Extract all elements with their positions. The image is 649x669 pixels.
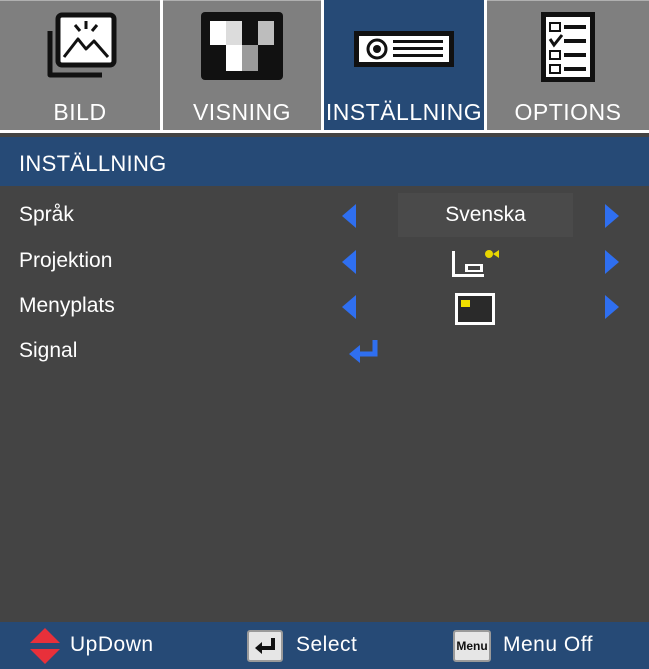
tab-bild[interactable]: BILD [0,0,160,130]
tab-options-label: OPTIONS [514,99,622,125]
menu-key-label: Menu [456,639,488,653]
tab-visning-label: VISNING [192,99,292,125]
right-arrow-icon[interactable] [605,204,619,228]
row-label-signal: Signal [19,339,78,362]
checklist-icon [541,12,595,82]
menu-row-menyplats[interactable]: Menyplats [0,284,649,328]
hint-select-label: Select [296,633,358,656]
right-arrow-icon[interactable] [605,295,619,319]
tab-bar: BILD VISNING INSTÄLLNING OPTIONS [0,0,649,133]
tab-installning[interactable]: INSTÄLLNING [324,0,484,130]
row-label-menyplats: Menyplats [19,294,115,317]
menu-row-projektion[interactable]: Projektion [0,239,649,283]
row-label-projektion: Projektion [19,249,113,272]
projection-mode-icon [452,250,499,277]
left-arrow-icon[interactable] [342,250,356,274]
picture-icon [47,12,117,78]
projector-icon [354,31,454,67]
display-pattern-icon [201,12,283,80]
enter-key-icon [247,630,283,662]
menu-key-icon: Menu [453,630,491,662]
hint-menu-off-label: Menu Off [503,633,593,656]
section-title: INSTÄLLNING [19,151,167,176]
hint-updown: UpDown [0,622,200,669]
enter-icon[interactable] [347,338,379,366]
row-label-sprak: Språk [19,203,74,226]
left-arrow-icon[interactable] [342,295,356,319]
footer-hint-bar: UpDown Select Menu Menu Off [0,622,649,669]
menu-location-icon [455,293,495,325]
tab-options[interactable]: OPTIONS [487,0,649,130]
updown-arrows-icon [30,628,60,664]
left-arrow-icon[interactable] [342,204,356,228]
row-value-sprak: Svenska [445,203,526,226]
tab-visning[interactable]: VISNING [163,0,321,130]
menu-row-sprak[interactable]: Språk Svenska [0,193,649,237]
hint-menu-off: Menu Menu Off [437,622,649,669]
tab-bild-label: BILD [53,99,107,125]
section-header: INSTÄLLNING [0,137,649,186]
tab-installning-label: INSTÄLLNING [325,99,483,125]
menu-row-signal[interactable]: Signal [0,329,649,373]
hint-select: Select [230,622,430,669]
hint-updown-label: UpDown [70,633,154,656]
right-arrow-icon[interactable] [605,250,619,274]
